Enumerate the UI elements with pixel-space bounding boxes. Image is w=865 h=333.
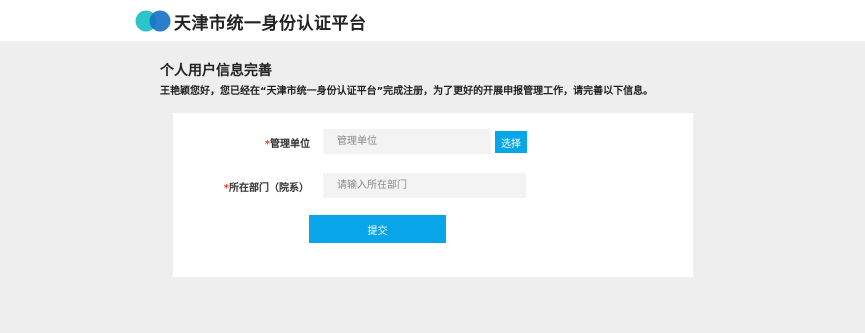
unit-field-label: *管理单位 [265, 135, 310, 150]
top-header: 天津市统一身份认证平台 [0, 0, 865, 41]
management-unit-input[interactable] [323, 129, 491, 154]
profile-form: *管理单位 选择 *所在部门（院系） 提交 [173, 113, 693, 277]
logo-icon [135, 10, 171, 32]
intro-text: 王艳颖您好，您已经在“天津市统一身份认证平台”完成注册，为了更好的开展申报管理工… [160, 86, 654, 97]
site-title: 天津市统一身份认证平台 [174, 14, 367, 34]
department-field-label: *所在部门（院系） [224, 179, 309, 194]
unit-label-text: 管理单位 [270, 139, 310, 150]
department-label-text: 所在部门（院系） [229, 183, 309, 194]
submit-button[interactable]: 提交 [309, 215, 446, 243]
select-unit-button[interactable]: 选择 [495, 131, 527, 153]
page-title: 个人用户信息完善 [160, 63, 272, 79]
department-input[interactable] [323, 173, 526, 198]
